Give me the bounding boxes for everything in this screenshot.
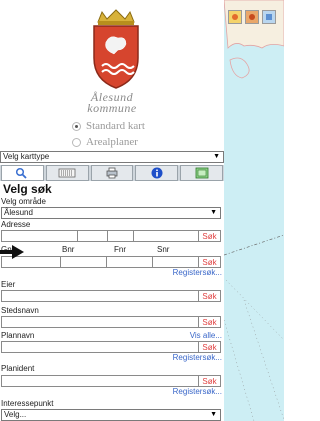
municipality-name-line2: kommune [87,101,137,115]
poi-label: Interessepunkt [1,399,54,408]
bnr-input[interactable] [61,256,107,268]
place-name-input[interactable] [1,316,199,328]
map-tool-button[interactable] [262,10,276,24]
radio-unselected-icon[interactable] [72,137,81,147]
fnr-label: Fnr [114,245,126,254]
address-label: Adresse [1,220,31,229]
plan-id-register-search-link[interactable]: Registersøk... [173,387,222,396]
tab-layers[interactable] [45,165,89,181]
address-search-button[interactable]: Søk [199,230,221,242]
radio-label: Arealplaner [86,136,138,148]
karttype-value: Velg karttype [3,152,50,161]
layers-icon [58,168,76,178]
area-label: Velg område [1,197,46,206]
plan-id-input[interactable] [1,375,199,387]
tab-info[interactable] [135,165,179,181]
plan-id-label: Planident [1,364,35,373]
address-street-input[interactable] [1,230,78,242]
plan-name-input[interactable] [1,341,199,353]
karttype-select[interactable]: Velg karttype ▼ [0,151,224,163]
search-icon [16,167,28,179]
snr-input[interactable] [153,256,199,268]
search-title: Velg søk [3,182,52,196]
print-icon [106,167,118,179]
address-number-input[interactable] [78,230,108,242]
zoom-icon [232,14,238,20]
bnr-label: Bnr [62,245,75,254]
info-icon [151,167,163,179]
map-features [224,0,284,421]
radio-selected-icon[interactable] [72,121,81,131]
pan-icon [249,14,255,20]
fnr-input[interactable] [107,256,153,268]
owner-search-button[interactable]: Søk [199,290,221,302]
show-all-link[interactable]: Vis alle... [190,331,222,340]
radio-standard-kart[interactable]: Standard kart [72,120,145,132]
chevron-down-icon: ▼ [210,411,217,418]
tab-search[interactable] [1,165,44,181]
map-icon [195,167,208,179]
plan-name-label: Plannavn [1,331,35,340]
snr-label: Snr [157,245,170,254]
matrikkel-search-button[interactable]: Søk [199,256,221,268]
area-select[interactable]: Ålesund ▼ [1,207,221,219]
radio-arealplaner[interactable]: Arealplaner [72,136,138,148]
map-tool-button[interactable] [228,10,242,24]
address-letter-input[interactable] [108,230,134,242]
tab-print[interactable] [90,165,134,181]
pointer-arrow-icon [0,245,24,259]
left-panel: Ålesund kommune Standard kart Arealplane… [0,0,224,421]
measure-icon [266,14,272,20]
plan-id-search-button[interactable]: Søk [199,375,221,387]
area-value: Ålesund [4,208,33,217]
tab-map[interactable] [180,165,223,181]
tool-tabs [0,165,224,181]
radio-label: Standard kart [86,120,145,132]
poi-select[interactable]: Velg... ▼ [1,409,221,421]
register-search-link[interactable]: Registersøk... [173,268,222,277]
owner-input[interactable] [1,290,199,302]
owner-label: Eier [1,280,16,289]
plan-register-search-link[interactable]: Registersøk... [173,353,222,362]
address-extra-input[interactable] [134,230,199,242]
chevron-down-icon: ▼ [210,209,217,216]
poi-value: Velg... [4,410,27,419]
plan-name-search-button[interactable]: Søk [199,341,221,353]
chevron-down-icon: ▼ [213,153,220,160]
map-tool-button[interactable] [245,10,259,24]
coat-of-arms-logo [93,9,139,89]
place-name-label: Stedsnavn [1,306,39,315]
place-search-button[interactable]: Søk [199,316,221,328]
map-toolbar [228,10,276,24]
